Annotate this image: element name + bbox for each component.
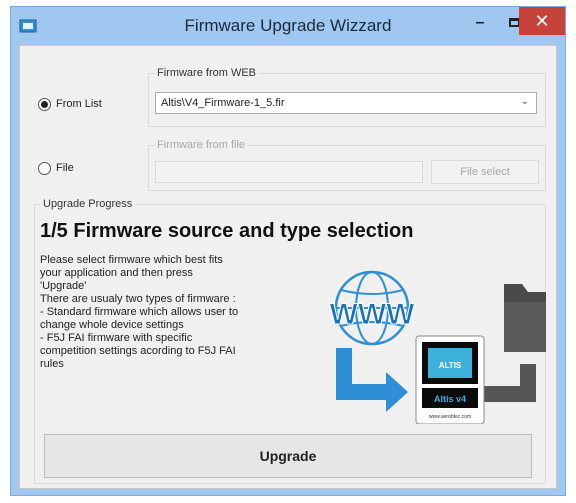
firmware-file-group: Firmware from file File select <box>148 139 546 191</box>
device-name: Altis v4 <box>434 394 466 404</box>
description-line: your application and then press <box>40 267 193 279</box>
device-brand: ALTIS <box>439 361 462 370</box>
firmware-illustration: WWW ALTIS Altis v4 www.aerobtec.com <box>329 270 546 424</box>
title-bar[interactable]: Firmware Upgrade Wizzard – ✕ <box>11 7 565 45</box>
firmware-web-group: Firmware from WEB Altis\V4_Firmware-1_5.… <box>148 67 546 127</box>
upgrade-progress-title: Upgrade Progress <box>41 198 135 210</box>
file-radio[interactable] <box>38 162 51 175</box>
step-heading: 1/5 Firmware source and type selection <box>40 220 414 242</box>
close-button[interactable]: ✕ <box>519 7 565 35</box>
www-globe-icon: WWW <box>329 270 416 346</box>
from-list-label: From List <box>56 98 102 110</box>
description-line: There are usualy two types of firmware : <box>40 293 236 305</box>
maximize-icon <box>508 18 520 27</box>
altis-device-icon: ALTIS Altis v4 www.aerobtec.com <box>415 335 485 424</box>
firmware-web-title: Firmware from WEB <box>155 67 258 79</box>
upgrade-button[interactable]: Upgrade <box>44 434 532 478</box>
file-select-button[interactable]: File select <box>431 160 539 184</box>
description-line: - F5J FAI firmware with specific <box>40 332 193 344</box>
description-line: change whole device settings <box>40 319 184 331</box>
description-line: rules <box>40 358 64 370</box>
minimize-button[interactable]: – <box>467 13 493 35</box>
www-text: WWW <box>330 298 416 331</box>
client-area: From List Firmware from WEB Altis\V4_Fir… <box>19 45 557 489</box>
blue-arrow-icon <box>336 348 408 412</box>
step-description: Please select firmware which best fits y… <box>40 254 295 371</box>
description-line: 'Upgrade' <box>40 280 87 292</box>
description-line: - Standard firmware which allows user to <box>40 306 239 318</box>
firmware-file-title: Firmware from file <box>155 139 248 151</box>
folder-icon <box>504 284 546 352</box>
description-line: competition settings acording to F5J FAI <box>40 345 236 357</box>
description-line: Please select firmware which best fits <box>40 254 223 266</box>
from-list-radio[interactable] <box>38 98 51 111</box>
firmware-wizard-window: Firmware Upgrade Wizzard – ✕ From List F… <box>10 6 566 496</box>
firmware-web-select[interactable]: Altis\V4_Firmware-1_5.fir ⌄ <box>155 92 537 114</box>
file-label: File <box>56 162 74 174</box>
device-url: www.aerobtec.com <box>429 414 471 420</box>
firmware-file-input[interactable] <box>155 161 423 183</box>
radio-selected-dot <box>41 101 48 108</box>
chevron-down-icon: ⌄ <box>520 96 529 107</box>
firmware-web-selected: Altis\V4_Firmware-1_5.fir <box>161 97 285 109</box>
